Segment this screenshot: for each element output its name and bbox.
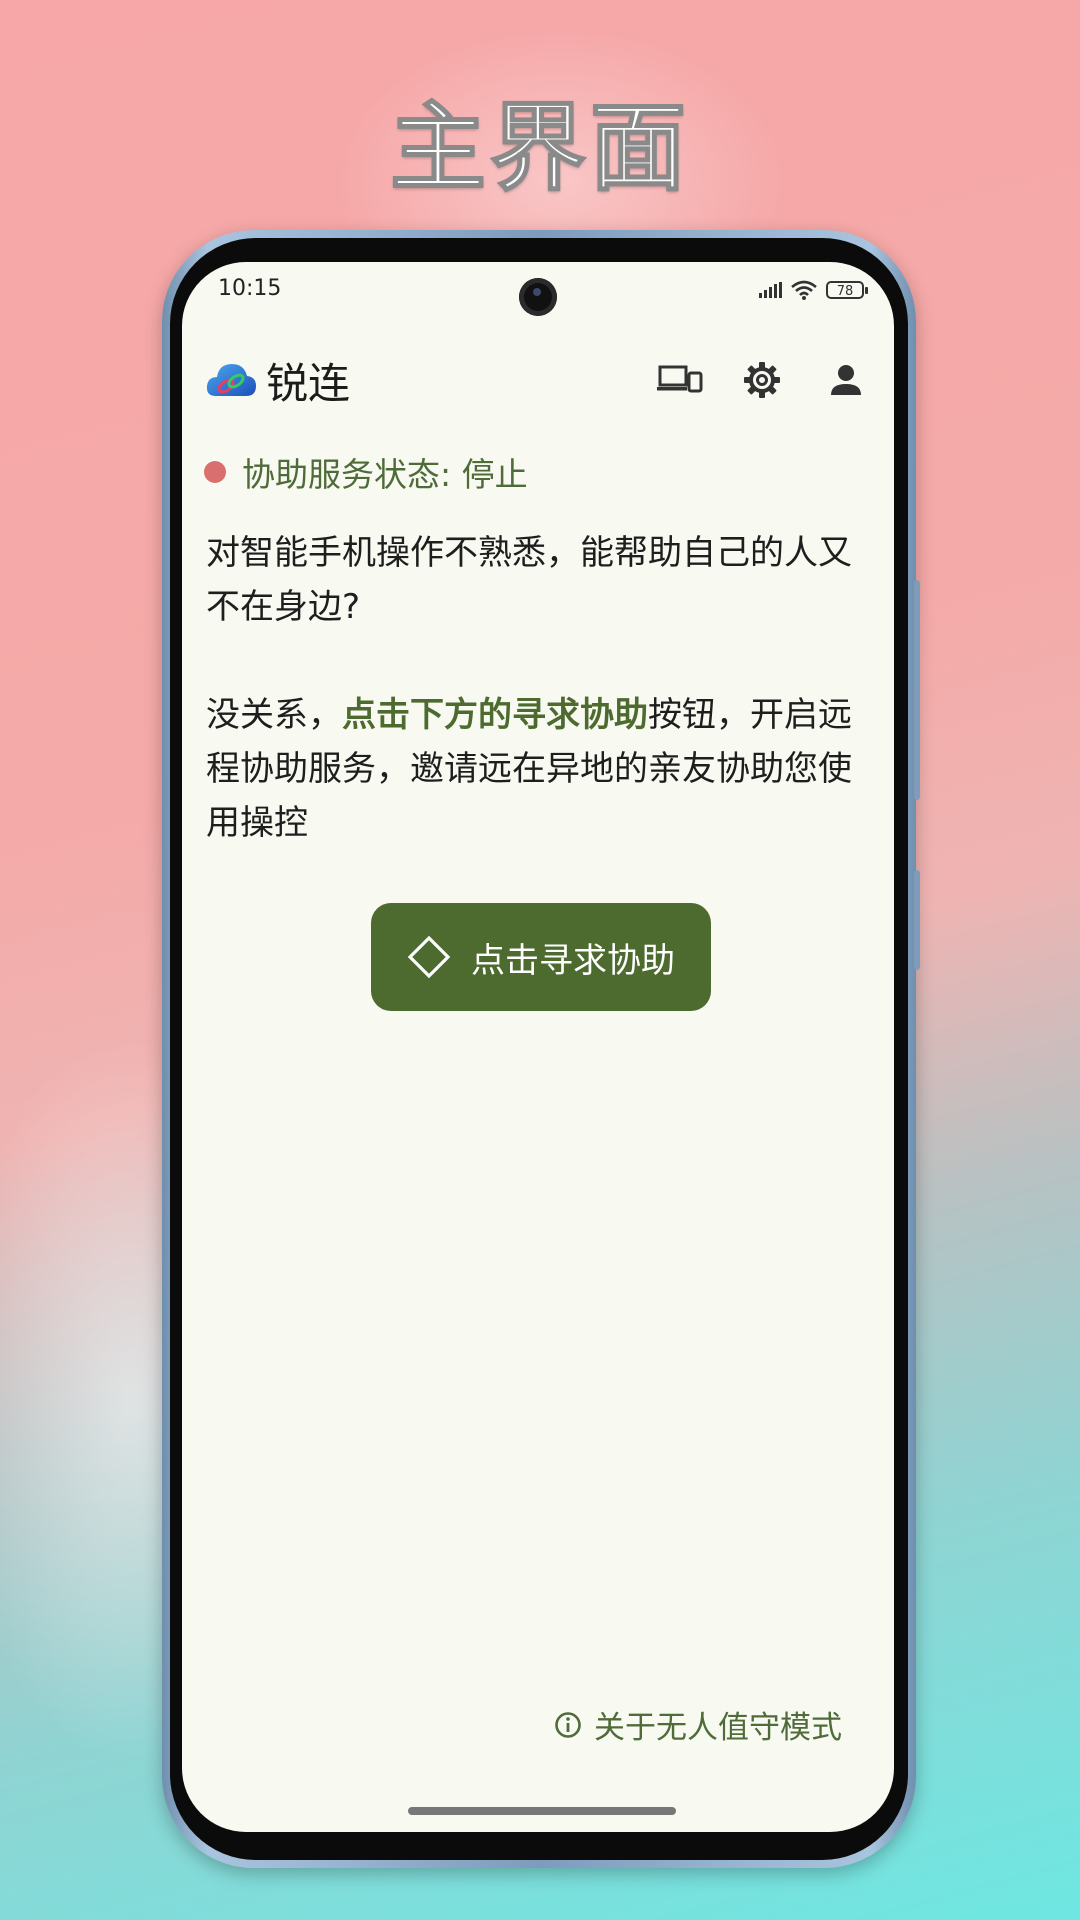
app-bar: 锐连 (182, 332, 894, 432)
intro-paragraph-2-prefix: 没关系， (206, 695, 342, 735)
account-button[interactable] (818, 352, 874, 408)
phone-power-button (914, 870, 920, 970)
front-camera (519, 278, 557, 316)
devices-icon (657, 365, 703, 393)
intro-paragraph-2: 没关系，点击下方的寻求协助按钮，开启远程协助服务，邀请远在异地的亲友协助您使用操… (206, 688, 866, 850)
app-logo-cloud-icon (206, 364, 256, 396)
app-title: 锐连 (266, 359, 351, 408)
status-bar: 10:15 78 (182, 262, 894, 318)
about-unattended-mode-link[interactable]: 关于无人值守模式 (554, 1702, 842, 1747)
battery-icon: 78 (826, 281, 868, 299)
intro-paragraph-1: 对智能手机操作不熟悉，能帮助自己的人又不在身边? (206, 533, 852, 627)
wifi-icon (791, 280, 817, 300)
phone-screen: 10:15 78 锐连 协助服务状态: 停止 对智能手机操作不熟悉，能帮助自己的… (182, 262, 894, 1832)
service-status-label: 协助服务状态: 停止 (242, 455, 528, 494)
devices-button[interactable] (652, 352, 708, 408)
info-icon (555, 1711, 581, 1738)
promo-headline: 主界面 (389, 91, 690, 205)
settings-icon (744, 362, 780, 398)
signal-icon (759, 282, 782, 298)
phone-volume-button (914, 580, 920, 800)
battery-level: 78 (836, 284, 854, 299)
settings-button[interactable] (734, 352, 790, 408)
account-icon (831, 365, 861, 395)
seek-help-button-label: 点击寻求协助 (471, 940, 675, 981)
diamond-icon (407, 935, 451, 979)
about-unattended-mode-label: 关于无人值守模式 (594, 1710, 842, 1746)
status-icons: 78 (759, 278, 868, 302)
intro-highlight: 点击下方的寻求协助 (342, 695, 648, 735)
status-time: 10:15 (218, 276, 282, 301)
status-dot (204, 461, 226, 483)
seek-help-button[interactable]: 点击寻求协助 (371, 903, 711, 1011)
home-indicator[interactable] (408, 1807, 676, 1815)
service-status: 协助服务状态: 停止 (204, 448, 528, 496)
